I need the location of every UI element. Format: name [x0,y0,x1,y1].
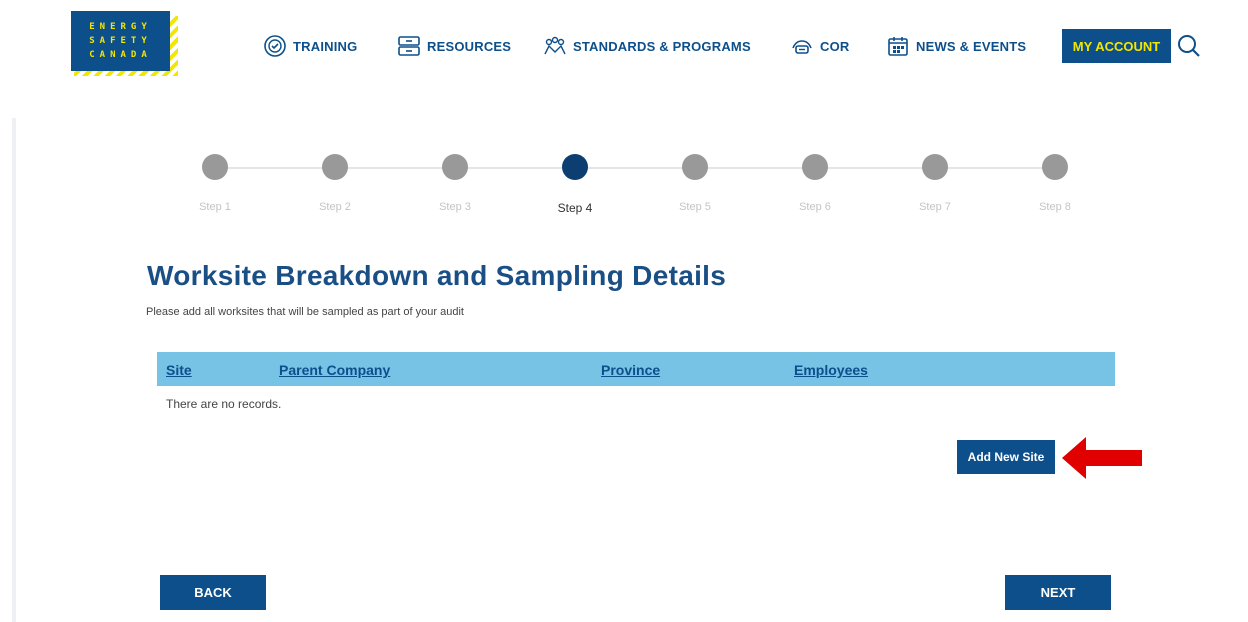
search-icon[interactable] [1176,33,1202,59]
empty-table-message: There are no records. [166,397,282,411]
step-6-label: Step 6 [799,201,831,213]
page-title: Worksite Breakdown and Sampling Details [147,260,727,291]
nav-training-label: TRAINING [293,38,358,54]
step-1-dot[interactable] [202,154,228,180]
logo-line-2: SAFETY [89,35,152,46]
next-button[interactable]: NEXT [1005,575,1111,610]
add-new-site-button[interactable]: Add New Site [957,440,1055,474]
training-icon [264,35,286,57]
step-8-label: Step 8 [1039,201,1071,213]
standards-icon [544,36,566,55]
step-2-label: Step 2 [319,201,351,213]
nav-cor[interactable]: COR [790,29,850,63]
nav-training[interactable]: TRAINING [263,29,357,63]
step-4-label: Step 4 [557,201,593,215]
nav-resources[interactable]: RESOURCES [397,29,511,63]
nav-news-events[interactable]: NEWS & EVENTS [886,29,1026,63]
step-7-dot[interactable] [922,154,948,180]
step-3-dot[interactable] [442,154,468,180]
step-4-dot[interactable] [562,154,588,180]
red-arrow-icon [1062,437,1142,479]
back-button[interactable]: BACK [160,575,266,610]
column-employees[interactable]: Employees [794,362,868,378]
step-3-label: Step 3 [439,201,471,213]
energy-safety-canada-logo[interactable]: ENERGY SAFETY CANADA [71,11,170,71]
step-8-dot[interactable] [1042,154,1068,180]
calendar-icon [888,37,908,56]
column-parent-company[interactable]: Parent Company [279,362,390,378]
step-7-label: Step 7 [919,201,951,213]
column-province[interactable]: Province [601,362,660,378]
step-6-dot[interactable] [802,154,828,180]
cor-icon [792,40,812,54]
logo-line-1: ENERGY [89,21,152,32]
nav-resources-label: RESOURCES [427,38,512,54]
resources-icon [398,36,420,56]
nav-standards-programs[interactable]: STANDARDS & PROGRAMS [543,29,751,63]
logo-line-3: CANADA [89,49,152,60]
column-site[interactable]: Site [166,362,192,378]
page-subtitle: Please add all worksites that will be sa… [146,306,464,318]
step-2-dot[interactable] [322,154,348,180]
my-account-button[interactable]: MY ACCOUNT [1062,29,1171,63]
site-header: ENERGY SAFETY CANADA TRAINING RESOURCES … [0,0,1248,100]
step-5-dot[interactable] [682,154,708,180]
table-header: Site Parent Company Province Employees [157,352,1115,386]
nav-news-label: NEWS & EVENTS [916,38,1027,54]
step-1-label: Step 1 [199,201,231,213]
nav-cor-label: COR [820,38,850,54]
step-5-label: Step 5 [679,201,711,213]
nav-standards-label: STANDARDS & PROGRAMS [573,38,751,54]
